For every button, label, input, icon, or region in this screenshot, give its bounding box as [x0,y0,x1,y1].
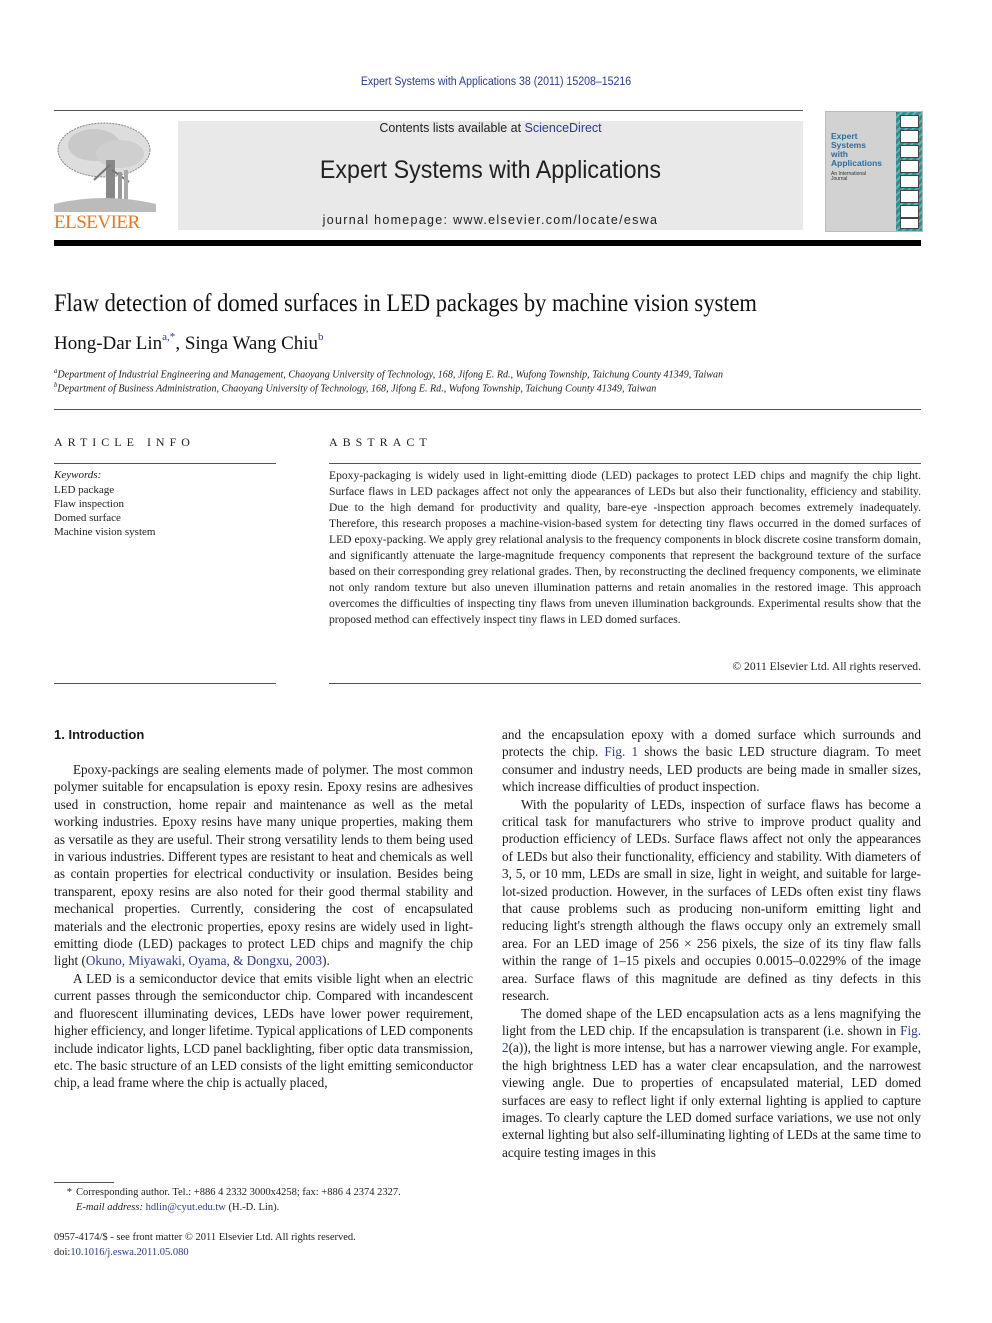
paragraph-text: (a)), the light is more intense, but has… [502,1040,921,1160]
citation-link[interactable]: Okuno, Miyawaki, Oyama, & Dongxu, 2003 [86,953,322,968]
body-column-left: Epoxy-packings are sealing elements made… [54,761,473,1092]
author-affiliation-mark[interactable]: a,* [162,331,175,343]
keyword: LED package [54,484,115,496]
cover-hand-icon [900,190,919,203]
cover-title-line: Applications [831,158,883,168]
paragraph-text: ). [322,953,330,969]
contents-prefix: Contents lists available at [379,121,525,135]
journal-homepage[interactable]: journal homepage: www.elsevier.com/locat… [178,213,803,227]
paragraph: Epoxy-packings are sealing elements made… [54,761,473,970]
elsevier-wordmark: ELSEVIER [54,212,140,233]
paragraph: With the popularity of LEDs, inspection … [502,796,921,1005]
cover-microscope-icon [900,175,919,188]
cover-title: Expert Systems with Applications [831,132,882,168]
doi-link[interactable]: 10.1016/j.eswa.2011.05.080 [70,1247,188,1258]
cover-bar-chart-icon [900,145,919,158]
affiliation-text: Department of Business Administration, C… [57,383,657,395]
affiliation-text: Department of Industrial Engineering and… [57,369,724,381]
divider [329,683,921,684]
author-separator: , [175,333,185,354]
divider [54,683,276,684]
divider [54,409,921,410]
affiliation: aDepartment of Industrial Engineering an… [54,367,723,381]
keyword: Domed surface [54,512,121,524]
figure-link[interactable]: Fig. 1 [604,744,638,759]
paragraph: The domed shape of the LED encapsulation… [502,1005,921,1162]
keyword: Machine vision system [54,526,156,538]
paragraph-text: A LED is a semiconductor device that emi… [54,970,473,1091]
email-label: E-mail address: [76,1201,143,1213]
paragraph: A LED is a semiconductor device that emi… [54,970,473,1092]
author-list: Hong-Dar Lina,*, Singa Wang Chiub [54,331,324,355]
header-rule [54,110,803,111]
cover-subtitle: An International Journal [831,171,867,182]
paragraph-text: The domed shape of the LED encapsulation… [502,1005,921,1038]
email-link[interactable]: hdlin@cyut.edu.tw [146,1202,226,1213]
abstract-copyright: © 2011 Elsevier Ltd. All rights reserved… [732,660,921,673]
cover-steering-wheel-icon [900,115,919,128]
footnote-mark: * [66,1187,72,1198]
section-heading: 1. Introduction [54,727,145,742]
cover-scales-icon [900,160,919,173]
paragraph-text: With the popularity of LEDs, inspection … [502,796,921,1004]
divider [54,463,276,464]
journal-citation[interactable]: Expert Systems with Applications 38 (201… [40,76,953,88]
author-name: Singa Wang Chiu [184,333,319,354]
cover-globe-icon [900,130,919,143]
keyword: Flaw inspection [54,498,124,510]
footnote-rule [54,1182,114,1183]
email-suffix: (H.-D. Lin). [225,1201,280,1213]
journal-title: Expert Systems with Applications [319,156,662,184]
keywords-label: Keywords: [54,469,102,481]
contents-line: Contents lists available at ScienceDirec… [178,121,803,135]
affiliation: bDepartment of Business Administration, … [54,381,656,395]
article-info-heading: ARTICLE INFO [54,435,195,449]
doi-prefix: doi: [54,1246,71,1258]
issn-line: 0957-4174/$ - see front matter © 2011 El… [54,1232,356,1243]
issn-block: 0957-4174/$ - see front matter © 2011 El… [54,1231,356,1260]
corresponding-author-text: Corresponding author. Tel.: +886 4 2332 … [76,1187,401,1198]
paragraph: and the encapsulation epoxy with a domed… [502,726,921,796]
paragraph-text: Epoxy-packings are sealing elements made… [54,762,473,969]
body-column-right: and the encapsulation epoxy with a domed… [502,726,921,1161]
author-affiliation-mark[interactable]: b [318,331,324,343]
footnote: * Corresponding author. Tel.: +886 4 2332… [54,1186,401,1215]
sciencedirect-link[interactable]: ScienceDirect [525,121,602,135]
cover-plug-icon [900,205,919,218]
cover-caduceus-icon [900,218,919,229]
article-title: Flaw detection of domed surfaces in LED … [54,290,757,317]
tree-icon [54,122,156,212]
abstract-text: Epoxy-packaging is widely used in light-… [329,469,921,626]
header-thick-rule [54,240,921,246]
author-name: Hong-Dar Lin [54,333,163,354]
divider [329,463,921,464]
journal-cover-image: Expert Systems with Applications An Inte… [825,111,923,232]
abstract-heading: ABSTRACT [329,435,432,449]
